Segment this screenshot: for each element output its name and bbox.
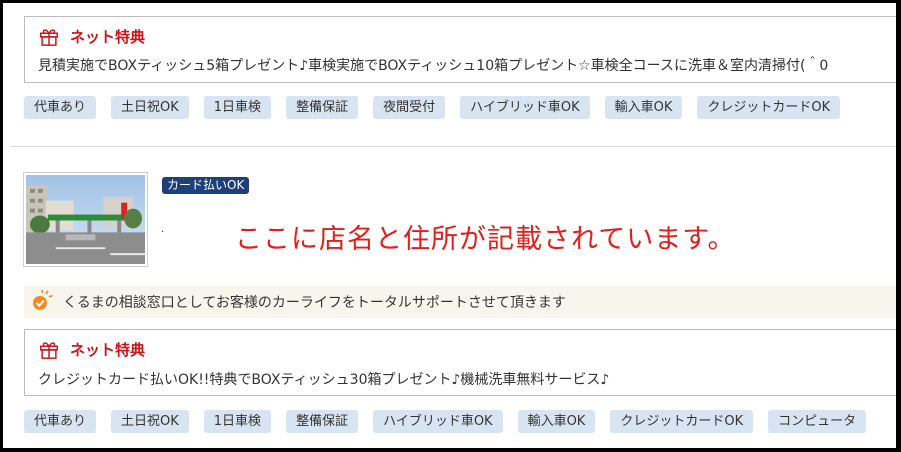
service-tag: 輸入車OK [604,96,683,119]
catchphrase-text: くるまの相談窓口としてお客様のカーライフをトータルサポートさせて頂きます [63,295,566,311]
service-tag: クレジットカードOK [610,410,754,433]
service-tag: 代車あり [24,410,97,433]
service-tag: 整備保証 [286,410,359,433]
service-tag: 1日車検 [203,96,272,119]
service-tag: コンピュータ [768,410,867,433]
service-tag: 整備保証 [286,96,359,119]
service-tag: 代車あり [24,96,97,119]
shop-name-address-notice: ここに店名と住所が記載されています。 [235,224,736,255]
shop-name-placeholder: · [161,227,165,238]
net-benefit-text: 見積実施でBOXティッシュ5箱プレゼント♪車検実施でBOXティッシュ10箱プレゼ… [38,58,829,74]
service-tag: ハイブリッド車OK [460,96,590,119]
shop-photo[interactable] [23,172,148,267]
net-benefit-box: ネット特典 見積実施でBOXティッシュ5箱プレゼント♪車検実施でBOXティッシュ… [24,16,896,83]
listing-divider [10,146,896,147]
net-benefit-header: ネット特典 [38,25,145,47]
gift-icon [40,29,58,46]
listing-page: ネット特典 見積実施でBOXティッシュ5箱プレゼント♪車検実施でBOXティッシュ… [3,3,896,448]
net-benefit-box: ネット特典 クレジットカード払いOK!!特典でBOXティッシュ30箱プレゼント♪… [24,329,896,396]
service-tag: 土日祝OK [111,96,189,119]
service-tag-list: 代車あり 土日祝OK 1日車検 整備保証 夜間受付 ハイブリッド車OK 輸入車O… [24,96,841,119]
service-tag-list: 代車あり 土日祝OK 1日車検 整備保証 ハイブリッド車OK 輸入車OK クレジ… [24,410,867,433]
gift-icon [40,342,58,359]
net-benefit-header: ネット特典 [38,338,145,360]
service-tag: クレジットカードOK [697,96,841,119]
net-benefit-title: ネット特典 [70,27,146,46]
service-tag: 輸入車OK [517,410,596,433]
service-tag: 1日車検 [203,410,272,433]
service-tag: 土日祝OK [111,410,189,433]
net-benefit-title: ネット特典 [70,340,146,359]
check-badge-icon [33,289,53,310]
card-payment-badge: カード払いOK [162,177,250,194]
shop-photo-image [26,175,145,264]
catchphrase-bar: くるまの相談窓口としてお客様のカーライフをトータルサポートさせて頂きます [24,286,896,318]
service-tag: 夜間受付 [373,96,446,119]
net-benefit-text: クレジットカード払いOK!!特典でBOXティッシュ30箱プレゼント♪機械洗車無料… [38,372,610,388]
service-tag: ハイブリッド車OK [373,410,503,433]
